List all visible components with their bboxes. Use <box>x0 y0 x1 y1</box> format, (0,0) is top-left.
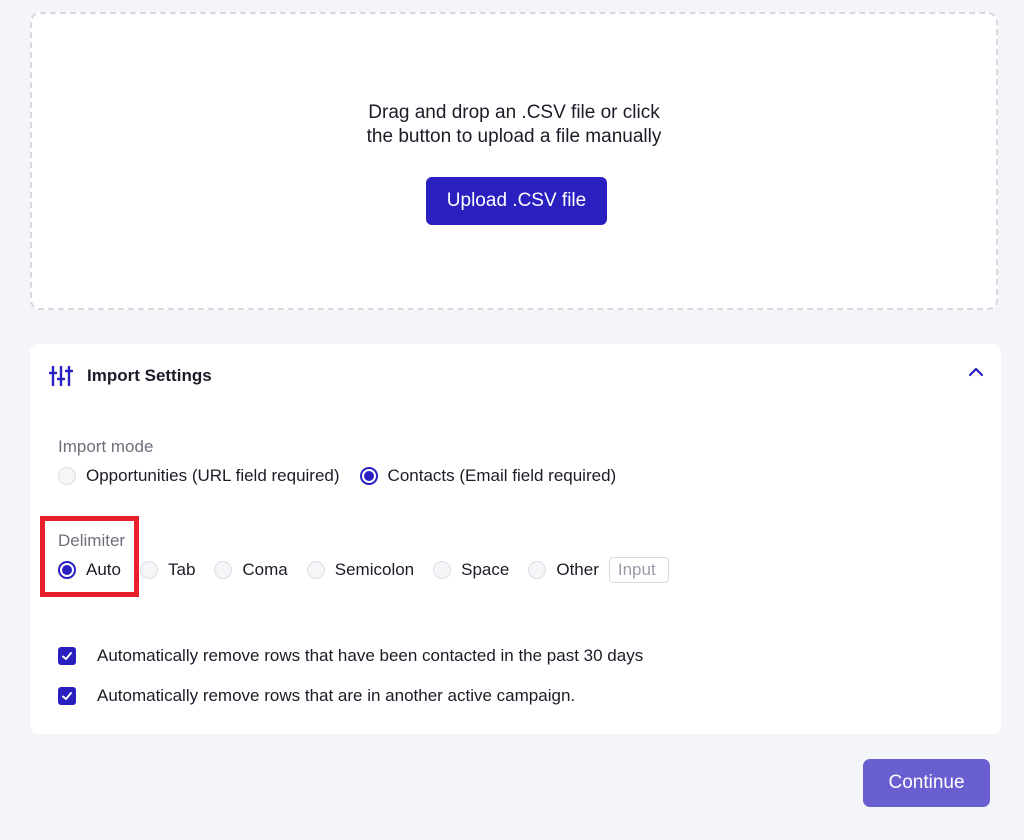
checkbox-remove-contacted[interactable]: Automatically remove rows that have been… <box>58 646 643 666</box>
checkbox-remove-contacted-label: Automatically remove rows that have been… <box>97 646 644 665</box>
radio-delimiter-other[interactable]: Other <box>528 560 599 580</box>
import-mode-label: Import mode <box>58 437 154 456</box>
radio-delimiter-auto-circle[interactable] <box>58 561 76 579</box>
radio-delimiter-space[interactable]: Space <box>433 560 509 580</box>
radio-delimiter-other-circle[interactable] <box>528 561 547 579</box>
radio-opportunities[interactable]: Opportunities (URL field required) <box>58 466 340 486</box>
checkbox-remove-active-campaign-label: Automatically remove rows that are in an… <box>97 686 576 705</box>
delimiter-other-input[interactable] <box>608 557 669 583</box>
radio-opportunities-circle[interactable] <box>58 467 76 485</box>
dropzone-line-2: the button to upload a file manually <box>366 126 662 147</box>
radio-delimiter-space-label: Space <box>461 560 510 579</box>
radio-opportunities-label: Opportunities (URL field required) <box>86 466 340 485</box>
radio-delimiter-coma[interactable]: Coma <box>214 560 288 580</box>
checkbox-remove-contacted-box[interactable] <box>58 647 76 665</box>
radio-contacts-label: Contacts (Email field required) <box>387 466 617 485</box>
radio-delimiter-other-label: Other <box>556 560 599 579</box>
chevron-up-icon[interactable] <box>966 362 986 382</box>
csv-dropzone[interactable]: Drag and drop an .CSV file or click the … <box>30 12 998 310</box>
radio-delimiter-auto[interactable]: Auto <box>58 560 121 580</box>
import-settings-header[interactable]: Import Settings <box>30 344 1001 408</box>
checkmark-icon <box>62 652 72 660</box>
import-settings-panel: Import Settings <box>30 344 1001 734</box>
delimiter-options: Auto Tab Coma Semicolon Space Other <box>58 557 669 583</box>
radio-delimiter-space-circle[interactable] <box>433 561 452 579</box>
checkmark-icon <box>62 692 72 700</box>
checkbox-remove-active-campaign-box[interactable] <box>58 687 76 705</box>
import-settings-title: Import Settings <box>87 366 212 385</box>
radio-contacts-circle[interactable] <box>359 467 378 485</box>
radio-delimiter-tab-circle[interactable] <box>139 561 158 579</box>
radio-delimiter-semicolon-circle[interactable] <box>306 561 325 579</box>
checkbox-remove-active-campaign[interactable]: Automatically remove rows that are in an… <box>58 686 575 706</box>
radio-delimiter-semicolon[interactable]: Semicolon <box>306 560 415 580</box>
continue-button[interactable]: Continue <box>863 759 990 807</box>
delimiter-label: Delimiter <box>58 531 126 550</box>
upload-csv-button[interactable]: Upload .CSV file <box>426 177 607 225</box>
radio-delimiter-coma-circle[interactable] <box>214 561 233 579</box>
radio-delimiter-tab[interactable]: Tab <box>139 560 196 580</box>
radio-delimiter-coma-label: Coma <box>242 560 288 579</box>
radio-delimiter-semicolon-label: Semicolon <box>334 560 415 579</box>
dropzone-line-1: Drag and drop an .CSV file or click <box>368 102 660 123</box>
radio-delimiter-auto-label: Auto <box>86 560 121 579</box>
radio-contacts[interactable]: Contacts (Email field required) <box>359 466 617 486</box>
radio-delimiter-tab-label: Tab <box>167 560 196 579</box>
import-mode-options: Opportunities (URL field required) Conta… <box>58 466 616 486</box>
sliders-icon <box>49 365 73 387</box>
dropzone-instructions: Drag and drop an .CSV file or click the … <box>32 101 996 149</box>
